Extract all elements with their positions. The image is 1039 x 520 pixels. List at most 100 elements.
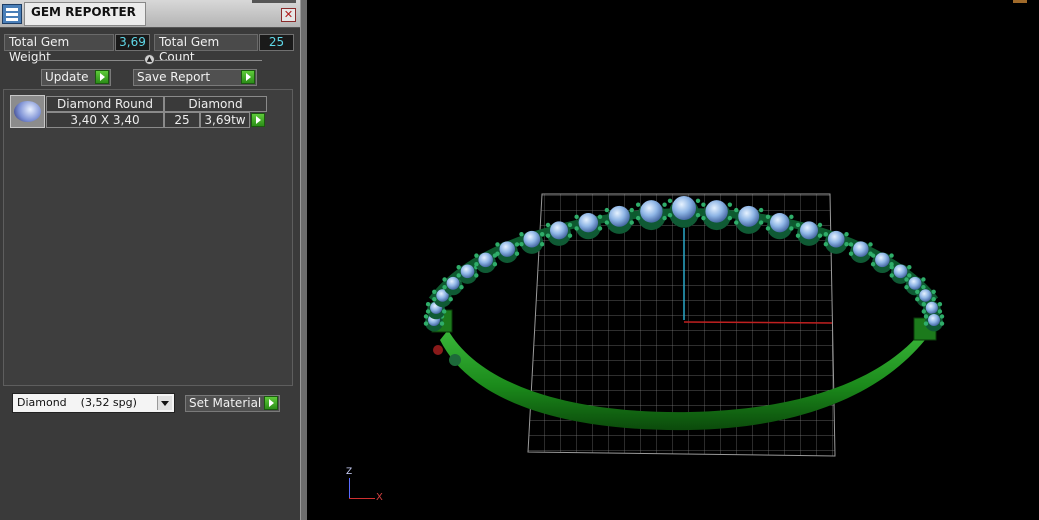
gem-prong bbox=[456, 273, 461, 278]
gem-stone bbox=[672, 196, 696, 220]
gem-prong bbox=[567, 233, 573, 238]
gem-prong bbox=[789, 226, 794, 231]
set-material-play-arrow-icon[interactable] bbox=[264, 396, 278, 410]
panel-splitter[interactable] bbox=[300, 0, 307, 520]
gem-stone bbox=[446, 276, 460, 290]
viewport-corner-marker bbox=[1013, 0, 1027, 3]
update-play-arrow-icon[interactable] bbox=[95, 70, 109, 84]
gem-prong bbox=[629, 207, 634, 213]
gem-prong bbox=[923, 321, 929, 326]
triad-z-axis bbox=[349, 478, 350, 498]
3d-viewport[interactable] bbox=[307, 0, 1039, 520]
gem-prong bbox=[734, 220, 739, 225]
gem-reporter-app-icon bbox=[2, 4, 22, 24]
gem-prong bbox=[844, 231, 849, 237]
gem-prong bbox=[758, 220, 764, 225]
gem-shape-cell: Diamond Round bbox=[46, 96, 164, 112]
gem-prong bbox=[519, 231, 524, 237]
gem-prong bbox=[574, 214, 579, 220]
gem-stone bbox=[738, 205, 760, 227]
update-button-label: Update bbox=[45, 70, 89, 84]
gem-prong bbox=[425, 309, 431, 314]
axis-x-line bbox=[683, 321, 833, 324]
gem-prong bbox=[931, 289, 936, 294]
gem-stone bbox=[460, 264, 475, 279]
gem-prong bbox=[442, 284, 447, 290]
total-gem-weight-value: 3,69 bbox=[115, 34, 150, 51]
gem-prong bbox=[848, 251, 854, 256]
gem-prong bbox=[519, 241, 524, 247]
gem-prong bbox=[907, 273, 912, 278]
gem-stone bbox=[523, 230, 541, 248]
gem-prong bbox=[545, 233, 551, 238]
gem-prong bbox=[921, 284, 926, 290]
gem-row-play-arrow-icon[interactable] bbox=[251, 113, 265, 127]
gem-stone bbox=[499, 241, 515, 257]
gem-prong bbox=[474, 253, 479, 258]
gem-prong bbox=[635, 202, 641, 207]
gem-count-cell: 25 bbox=[164, 112, 200, 128]
gem-prong bbox=[848, 242, 854, 247]
save-report-button[interactable]: Save Report bbox=[133, 69, 257, 86]
gem-prong bbox=[734, 207, 739, 213]
gem-prong bbox=[629, 220, 634, 225]
gem-prong bbox=[889, 253, 894, 258]
gem-prong bbox=[868, 242, 873, 247]
gem-prong bbox=[823, 241, 829, 247]
gem-prong bbox=[514, 251, 520, 256]
gem-prong bbox=[889, 265, 894, 270]
gem-prong bbox=[795, 222, 801, 228]
gem-prong bbox=[423, 314, 429, 319]
titlebar-tab bbox=[252, 0, 296, 3]
gem-prong bbox=[574, 226, 579, 231]
dropdown-arrow-icon[interactable] bbox=[157, 396, 172, 410]
material-select[interactable]: Diamond (3,52 spg) bbox=[12, 393, 175, 413]
gem-prong bbox=[604, 220, 610, 225]
gem-stone bbox=[769, 212, 790, 233]
gem-prong bbox=[921, 301, 927, 307]
gem-prong bbox=[474, 262, 479, 267]
gem-prong bbox=[442, 277, 447, 282]
save-report-play-arrow-icon[interactable] bbox=[241, 70, 255, 84]
gem-prong bbox=[459, 284, 464, 290]
gem-prong bbox=[456, 265, 461, 270]
gem-stone bbox=[578, 212, 599, 233]
gem-prong bbox=[931, 297, 936, 302]
gem-prong bbox=[514, 242, 520, 247]
gem-prong bbox=[758, 207, 764, 213]
gem-prong bbox=[695, 198, 701, 203]
gem-prong bbox=[823, 231, 829, 237]
gem-prong bbox=[662, 202, 667, 207]
gem-prong bbox=[870, 262, 876, 267]
gem-prong bbox=[662, 215, 667, 221]
gem-stone bbox=[705, 200, 728, 223]
gem-prong bbox=[667, 198, 673, 203]
collapse-handle-icon[interactable]: ▲ bbox=[144, 54, 155, 65]
gem-material-cell: Diamond bbox=[164, 96, 267, 112]
gem-prong bbox=[939, 314, 945, 319]
gem-prong bbox=[695, 213, 701, 218]
panel-title: GEM REPORTER bbox=[31, 5, 136, 19]
gem-prong bbox=[492, 262, 498, 267]
diamond-round-icon bbox=[14, 101, 41, 122]
gem-prong bbox=[923, 314, 929, 319]
gem-prong bbox=[907, 265, 912, 270]
gem-stone bbox=[928, 314, 940, 326]
gem-prong bbox=[439, 321, 445, 326]
gem-prong bbox=[795, 233, 801, 238]
gem-prong bbox=[441, 309, 447, 314]
panel-title-box: GEM REPORTER bbox=[24, 2, 146, 26]
total-gem-count-label: Total Gem Count bbox=[154, 34, 258, 64]
gem-prong bbox=[604, 207, 610, 213]
gem-prong bbox=[817, 222, 823, 228]
gem-stone bbox=[827, 230, 845, 248]
gem-stone bbox=[875, 252, 890, 268]
gem-prong bbox=[889, 273, 894, 278]
gem-prong bbox=[817, 233, 823, 238]
gem-prong bbox=[495, 251, 500, 256]
close-icon[interactable]: ✕ bbox=[281, 8, 296, 22]
gem-prong bbox=[425, 301, 431, 307]
gem-prong bbox=[870, 253, 876, 258]
set-material-button-label: Set Material bbox=[189, 396, 262, 410]
gem-prong bbox=[539, 241, 545, 247]
